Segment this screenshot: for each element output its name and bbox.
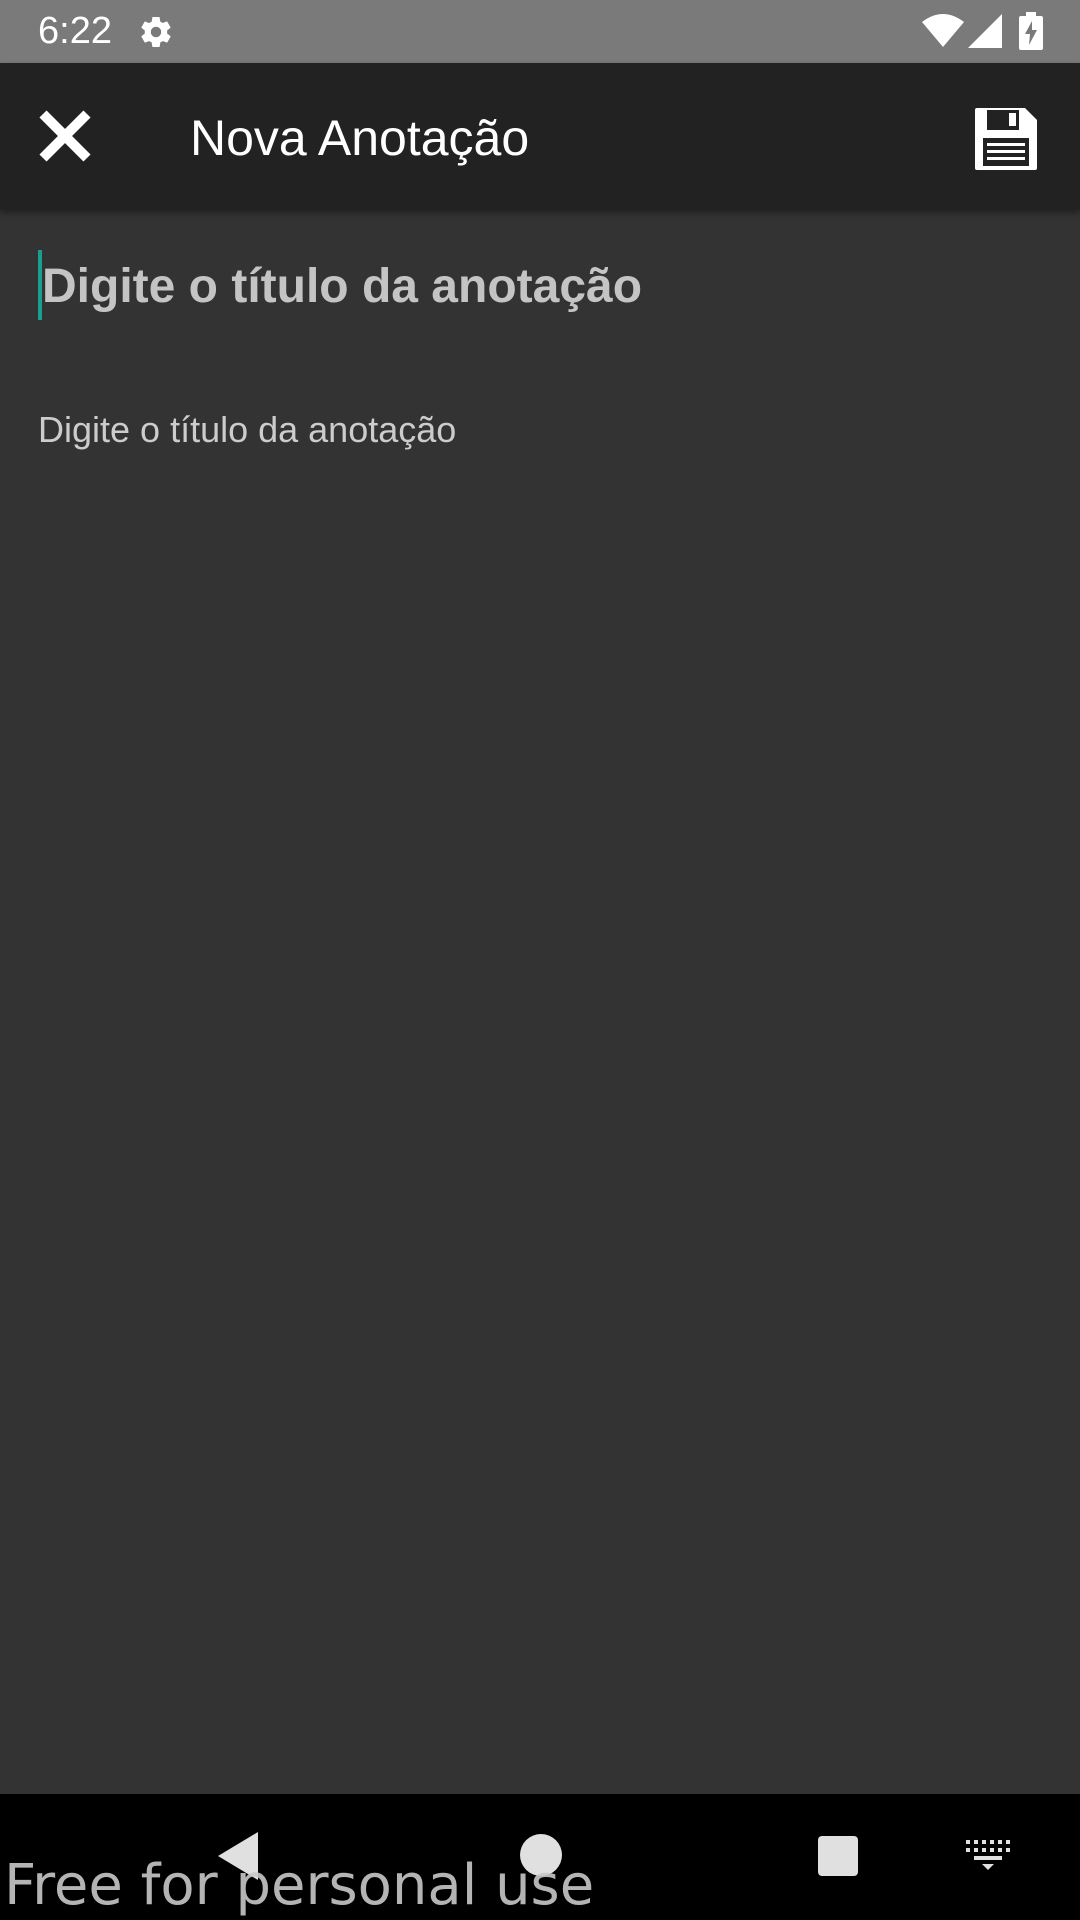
close-button[interactable]: [20, 91, 110, 181]
text-cursor: [38, 250, 42, 320]
status-bar: 6:22: [0, 0, 1080, 63]
battery-charging-icon: [1019, 12, 1043, 50]
page-title: Nova Anotação: [190, 110, 530, 166]
keyboard-icon[interactable]: [966, 1840, 1010, 1870]
gear-icon: [141, 17, 171, 48]
wifi-icon: [922, 14, 964, 47]
note-title-input[interactable]: [38, 246, 1042, 326]
signal-icon: [968, 14, 1002, 48]
watermark-text: Free for personal use: [4, 1853, 595, 1918]
save-button[interactable]: [966, 99, 1046, 179]
floppy-disk-save-icon: [975, 108, 1037, 170]
recents-icon[interactable]: [818, 1836, 858, 1876]
note-body-input[interactable]: [38, 400, 1038, 1700]
title-field-wrapper: [38, 246, 1042, 326]
screen: 6:22 Nova Anotação Digite o título da an…: [0, 0, 1080, 1920]
app-bar: Nova Anotação: [0, 63, 1080, 210]
status-time: 6:22: [38, 10, 112, 52]
close-icon: [39, 110, 91, 162]
